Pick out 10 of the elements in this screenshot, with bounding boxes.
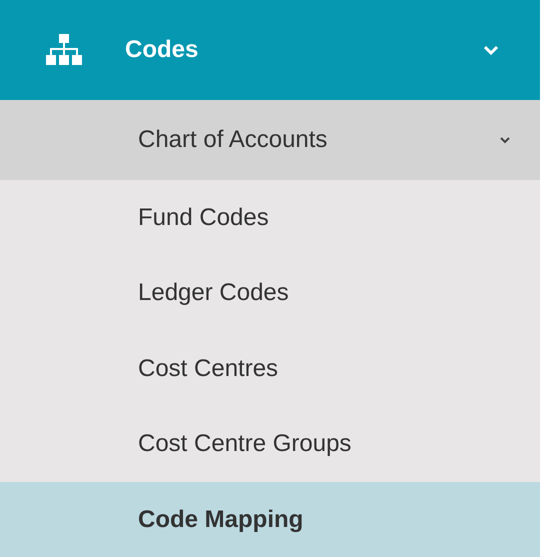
menu-item[interactable]: Cost Centre Groups [0, 406, 540, 482]
menu-item[interactable]: Ledger Codes [0, 256, 540, 331]
hierarchy-icon [46, 34, 82, 66]
menu-title: Codes [125, 36, 200, 64]
menu-item[interactable]: Code Mapping [0, 482, 540, 557]
menu-item[interactable]: Cost Centres [0, 331, 540, 406]
chevron-icon [484, 45, 498, 55]
menu-item[interactable]: Chart of Accounts [0, 100, 540, 180]
menu-item[interactable]: Fund Codes [0, 180, 540, 256]
chevron-icon [500, 136, 510, 144]
